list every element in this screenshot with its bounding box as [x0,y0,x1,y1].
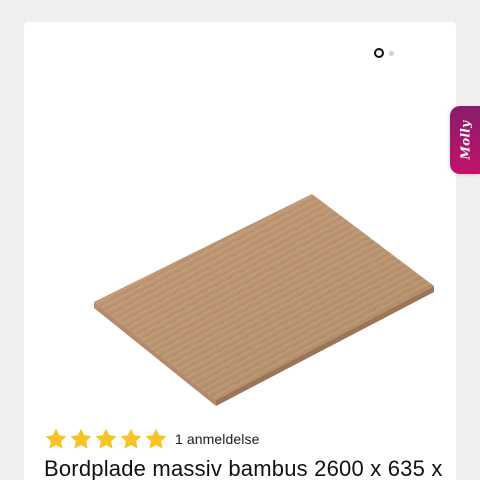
carousel-indicators [374,48,394,58]
star-icon [120,428,142,449]
product-title: Bordplade massiv bambus 2600 x 635 x [44,456,443,480]
page: 1 anmeldelse Bordplade massiv bambus 260… [0,0,480,480]
rating-row: 1 anmeldelse [44,427,259,451]
product-image[interactable] [68,172,438,412]
carousel-dot-1[interactable] [374,48,384,58]
star-icon [145,428,167,449]
chat-widget-label: Molly [458,120,473,160]
review-count-link[interactable]: 1 anmeldelse [175,431,259,447]
product-card: 1 anmeldelse Bordplade massiv bambus 260… [24,22,456,480]
star-icon [70,428,92,449]
chat-widget-tab[interactable]: Molly [450,106,480,174]
star-icon [45,428,67,449]
star-icon [95,428,117,449]
carousel-dot-2[interactable] [389,50,394,56]
star-rating[interactable] [44,427,168,451]
